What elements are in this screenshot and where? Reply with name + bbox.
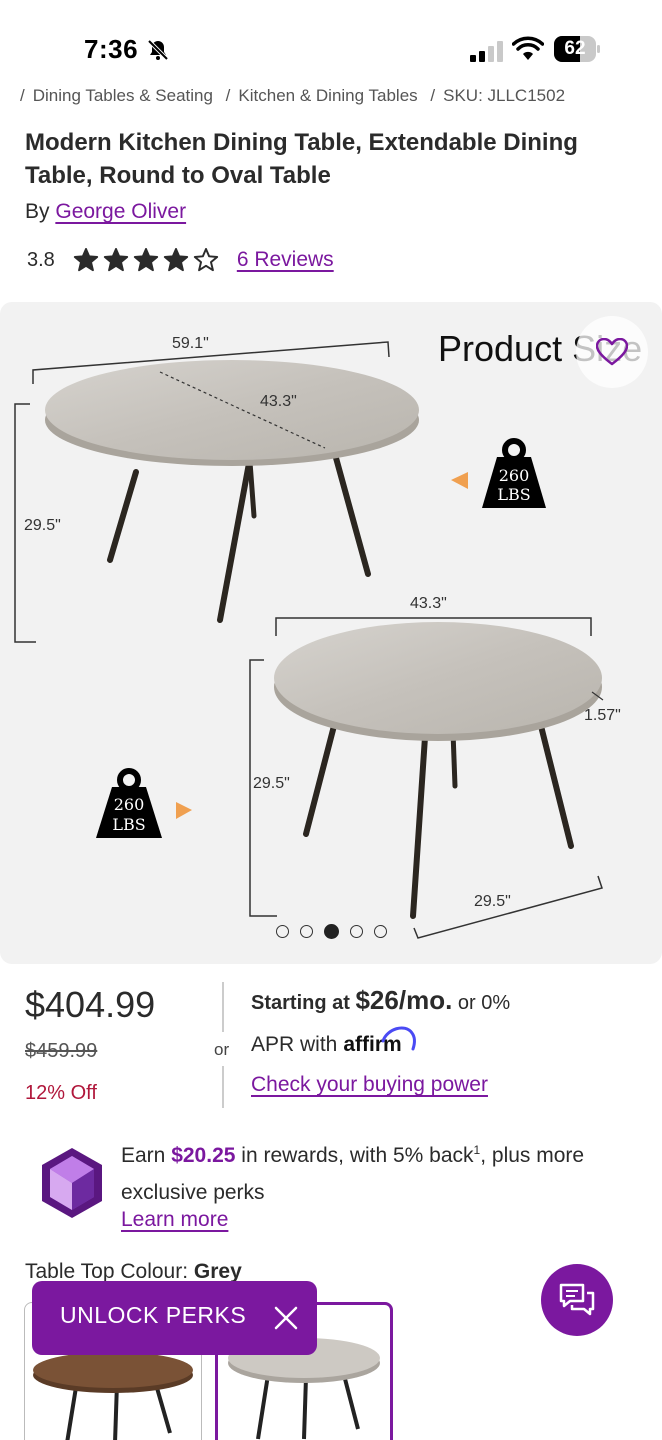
chat-button[interactable]: [541, 1264, 613, 1336]
dim-oval-width: 43.3": [260, 393, 297, 410]
original-price: $459.99: [25, 1040, 98, 1062]
battery-percent: 62: [564, 38, 586, 59]
learn-more-link[interactable]: Learn more: [121, 1208, 228, 1232]
star-icon: [73, 247, 98, 272]
dim-height-1: 29.5": [24, 517, 61, 534]
dim-round-diameter: 43.3": [410, 595, 447, 612]
weight-2-number: 260: [114, 795, 145, 814]
breadcrumb-sku: SKU: JLLC1502: [443, 86, 566, 105]
carousel-dot-active[interactable]: [324, 924, 339, 939]
byline: By George Oliver: [25, 200, 186, 224]
status-bar: 7:36 62: [0, 0, 662, 96]
breadcrumb: / Dining Tables & Seating / Kitchen & Dini…: [20, 86, 566, 105]
star-icon: [163, 247, 188, 272]
dim-leg-spread: 29.5": [474, 893, 511, 910]
unlock-perks-button[interactable]: UNLOCK PERKS: [32, 1281, 317, 1355]
rating-value: 3.8: [27, 248, 55, 271]
carousel-dot[interactable]: [300, 925, 313, 938]
chat-icon: [559, 1283, 595, 1316]
breadcrumb-item[interactable]: Dining Tables & Seating: [33, 86, 213, 105]
gem-icon: [42, 1148, 102, 1218]
affirm-logo: affirm: [343, 1026, 417, 1057]
bell-off-icon: [147, 39, 169, 61]
favorite-button[interactable]: [576, 316, 648, 388]
rewards-earn: Earn: [121, 1144, 166, 1167]
close-icon[interactable]: [273, 1305, 299, 1331]
divider: [222, 1066, 224, 1108]
heart-icon: [596, 338, 628, 366]
dim-height-2: 29.5": [253, 775, 290, 792]
sale-price: $404.99: [25, 984, 156, 1025]
rewards-text: Earn $20.25 in rewards, with 5% back1, p…: [121, 1132, 631, 1211]
carousel-indicators: [276, 924, 398, 939]
product-image-gallery[interactable]: Product Size 59.1" 43.3" 29.5" 260 LBS 4…: [0, 302, 662, 964]
rating-row: 3.8 6 Reviews: [27, 244, 334, 276]
or-zero-label: or 0%: [457, 992, 511, 1014]
dim-oval-length: 59.1": [172, 335, 209, 352]
wifi-icon: [512, 36, 544, 60]
rewards-desc: in rewards, with 5% back: [241, 1144, 474, 1167]
monthly-price: $26/mo.: [355, 985, 453, 1015]
carousel-dot[interactable]: [350, 925, 363, 938]
carousel-dot[interactable]: [276, 925, 289, 938]
weight-2-unit: LBS: [112, 815, 145, 834]
unlock-perks-label: UNLOCK PERKS: [60, 1302, 247, 1328]
star-icon: [133, 247, 158, 272]
by-label: By: [25, 200, 50, 223]
discount-badge: 12% Off: [25, 1082, 97, 1104]
dim-thickness: 1.57": [584, 707, 621, 724]
weight-1-number: 260: [499, 466, 530, 485]
starting-at-label: Starting at: [251, 992, 350, 1014]
brand-link[interactable]: George Oliver: [55, 200, 186, 223]
product-title: Modern Kitchen Dining Table, Extendable …: [25, 129, 578, 189]
option-label: Table Top Colour:: [25, 1260, 189, 1283]
check-buying-power-link[interactable]: Check your buying power: [251, 1073, 488, 1097]
star-rating: [73, 247, 223, 273]
product-dimension-image: Product Size 59.1" 43.3" 29.5" 260 LBS 4…: [14, 328, 642, 939]
battery-icon: 62: [554, 36, 600, 62]
option-selected: Grey: [193, 1260, 242, 1283]
signal-icon: [470, 41, 503, 62]
price-block: $404.99 $459.99 12% Off or Starting at $…: [0, 980, 662, 1110]
star-icon: [103, 247, 128, 272]
or-label: or: [214, 1038, 230, 1062]
affirm-arc-icon: [381, 1026, 417, 1051]
apr-with-label: APR with: [251, 1033, 338, 1056]
rewards-banner: Earn $20.25 in rewards, with 5% back1, p…: [0, 1128, 662, 1238]
divider: [222, 982, 224, 1032]
rewards-amount: $20.25: [171, 1144, 236, 1167]
star-outline-icon: [193, 247, 218, 272]
reviews-link[interactable]: 6 Reviews: [237, 248, 334, 272]
status-time: 7:36: [84, 34, 139, 64]
financing-info: Starting at $26/mo. or 0% APR with affir…: [251, 984, 651, 1097]
breadcrumb-item[interactable]: Kitchen & Dining Tables: [238, 86, 417, 105]
weight-1-unit: LBS: [497, 485, 530, 504]
carousel-dot[interactable]: [374, 925, 387, 938]
